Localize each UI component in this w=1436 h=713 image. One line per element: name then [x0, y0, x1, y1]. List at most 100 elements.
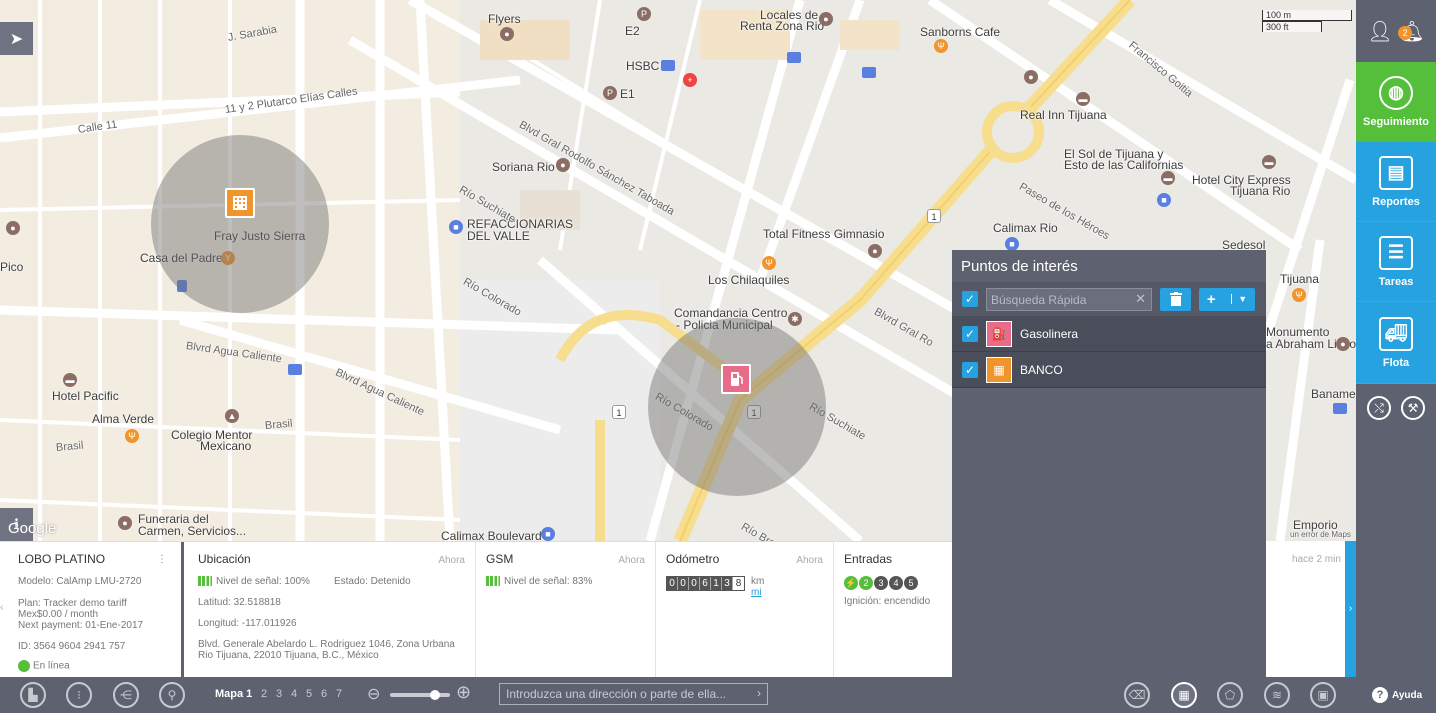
restaurant-poi-icon[interactable]: Ψ	[1292, 288, 1306, 302]
map-place-label: Alma Verde	[92, 412, 155, 426]
user-icon[interactable]: 👤︎	[1367, 19, 1392, 44]
question-icon: ?	[1372, 687, 1388, 703]
gas-station-icon: ⛽	[986, 320, 1012, 347]
shopping-poi-icon[interactable]: ●	[819, 12, 833, 26]
highway-shield-icon: 1	[612, 405, 626, 419]
eraser-icon[interactable]: ⌫	[1124, 682, 1150, 708]
gas-station-marker-icon[interactable]	[721, 364, 751, 394]
share-icon[interactable]: ⋲	[113, 682, 139, 708]
store-poi-icon[interactable]: ■	[1005, 237, 1019, 251]
add-poi-button[interactable]: + ▼	[1199, 287, 1255, 311]
poi-building-icon[interactable]: ▦	[1171, 682, 1197, 708]
hotel-poi-icon[interactable]: ▬	[1161, 171, 1175, 185]
bank-poi-icon[interactable]	[288, 364, 302, 375]
map-tab-2[interactable]: 2	[261, 688, 267, 700]
sidebar-item-tareas[interactable]: ☰ Tareas	[1356, 222, 1436, 302]
shopping-poi-icon[interactable]: ●	[500, 27, 514, 41]
truck-icon: 🚚︎	[1379, 316, 1413, 351]
polygon-icon[interactable]: ⬠	[1217, 682, 1243, 708]
gym-poi-icon[interactable]: ●	[868, 244, 882, 258]
vehicle-id: ID: 3564 9604 2941 757	[18, 641, 126, 652]
location-pin-icon[interactable]: ⚲	[159, 682, 185, 708]
restaurant-poi-icon[interactable]: Ψ	[934, 39, 948, 53]
bank-poi-icon[interactable]	[661, 60, 675, 71]
geofence-circle-gasolinera[interactable]	[648, 318, 826, 496]
shopping-poi-icon[interactable]: ●	[556, 158, 570, 172]
sidebar-item-flota[interactable]: 🚚︎ Flota	[1356, 302, 1436, 384]
map-tab-6[interactable]: 6	[321, 688, 327, 700]
hotel-poi-icon[interactable]: ▬	[63, 373, 77, 387]
layers-icon[interactable]: ≋	[1264, 682, 1290, 708]
fullscreen-icon[interactable]: ▣	[1310, 682, 1336, 708]
school-poi-icon[interactable]: ▲	[225, 409, 239, 423]
report-icon: ▤	[1379, 155, 1413, 190]
map-place-label: HSBC	[626, 59, 660, 73]
traffic-light-icon[interactable]: ⁝	[66, 682, 92, 708]
map-place-label: Renta Zona Rio	[740, 19, 825, 33]
restaurant-poi-icon[interactable]: Ψ	[762, 256, 776, 270]
sidebar-item-reportes[interactable]: ▤ Reportes	[1356, 142, 1436, 222]
help-button[interactable]: ? Ayuda	[1372, 687, 1422, 703]
zoom-slider[interactable]	[390, 690, 450, 700]
gasolinera-checkbox[interactable]: ✓	[962, 325, 978, 342]
odometer-digit: 8	[733, 577, 744, 590]
bank-poi-icon[interactable]	[862, 67, 876, 78]
bank-poi-icon[interactable]	[787, 52, 801, 63]
more-menu-icon[interactable]: ⋮	[157, 554, 167, 565]
prev-arrow-icon[interactable]: ‹	[0, 602, 3, 613]
history-icon[interactable]: ▙	[20, 682, 46, 708]
wrench-icon[interactable]: ⚒	[1401, 396, 1425, 420]
miles-toggle[interactable]: mi	[751, 587, 764, 598]
zoom-slider-handle[interactable]	[430, 690, 440, 700]
ubicacion-section: Ubicación Ahora Nivel de señal: 100% Esta…	[188, 542, 476, 678]
odometer-display: 0006138	[666, 576, 745, 591]
select-all-checkbox[interactable]: ✓	[962, 291, 978, 307]
next-arrow-icon[interactable]: ›	[1345, 541, 1356, 677]
hospital-poi-icon[interactable]: +	[683, 73, 697, 87]
banco-checkbox[interactable]: ✓	[962, 361, 978, 378]
address-search-input[interactable]: Introduzca una dirección o parte de ella…	[499, 683, 768, 705]
map-tab-1[interactable]: Mapa 1	[215, 688, 252, 700]
map-place-label: E2	[625, 24, 640, 38]
map-place-label: Total Fitness Gimnasio	[763, 227, 885, 241]
ubicacion-title: Ubicación	[198, 552, 251, 566]
zoom-out-icon[interactable]: ⊖	[367, 684, 380, 704]
sidebar-item-seguimiento[interactable]: ◍ Seguimiento	[1356, 62, 1436, 142]
shopping-poi-icon[interactable]: ●	[1024, 70, 1038, 84]
monument-poi-icon[interactable]: ●	[1336, 337, 1350, 351]
map-tab-5[interactable]: 5	[306, 688, 312, 700]
police-poi-icon[interactable]: ✱	[788, 312, 802, 326]
clear-search-icon[interactable]: ✕	[1135, 291, 1146, 307]
store-poi-icon[interactable]: ■	[449, 220, 463, 234]
restaurant-poi-icon[interactable]: Ψ	[125, 429, 139, 443]
shopping-poi-icon[interactable]: ●	[6, 221, 20, 235]
geofence-circle-banco[interactable]	[151, 135, 329, 313]
hotel-poi-icon[interactable]: ▬	[1076, 92, 1090, 106]
navigation-arrow-icon[interactable]: ➤	[0, 22, 33, 55]
parking-poi-icon[interactable]: P	[637, 7, 651, 21]
funeral-poi-icon[interactable]: ●	[118, 516, 132, 530]
store-poi-icon[interactable]: ■	[541, 527, 555, 541]
map-tab-4[interactable]: 4	[291, 688, 297, 700]
store-poi-icon[interactable]: ■	[1157, 193, 1171, 207]
bank-marker-icon[interactable]	[225, 188, 255, 218]
map-place-label: Pico	[0, 260, 24, 274]
odometro-section: Odómetro Ahora 0006138 km mi	[656, 542, 834, 678]
map-place-label: Banamex	[1311, 387, 1356, 401]
hotel-poi-icon[interactable]: ▬	[1262, 155, 1276, 169]
route-icon[interactable]: ⤭	[1367, 396, 1391, 420]
bank-poi-icon[interactable]	[1333, 403, 1347, 414]
map-error-report-link[interactable]: un error de Maps	[1290, 530, 1351, 539]
delete-button[interactable]	[1160, 287, 1191, 311]
poi-search-input[interactable]: Búsqueda Rápida ✕	[986, 287, 1152, 311]
map-place-label: Calimax Boulevard	[441, 529, 542, 541]
bottom-toolbar: ▙ ⁝ ⋲ ⚲ Mapa 1 2 3 4 5 6 7 ⊖ ⊕ Introduzc…	[0, 677, 1356, 713]
parking-poi-icon[interactable]: P	[603, 86, 617, 100]
vehicle-name: LOBO PLATINO	[18, 552, 106, 566]
poi-label: Gasolinera	[1020, 326, 1079, 341]
map-tab-3[interactable]: 3	[276, 688, 282, 700]
poi-row-gasolinera[interactable]: ✓ ⛽ Gasolinera	[952, 316, 1266, 352]
zoom-in-icon[interactable]: ⊕	[456, 682, 471, 703]
map-tab-7[interactable]: 7	[336, 688, 342, 700]
poi-row-banco[interactable]: ✓ ▦ BANCO	[952, 352, 1266, 388]
